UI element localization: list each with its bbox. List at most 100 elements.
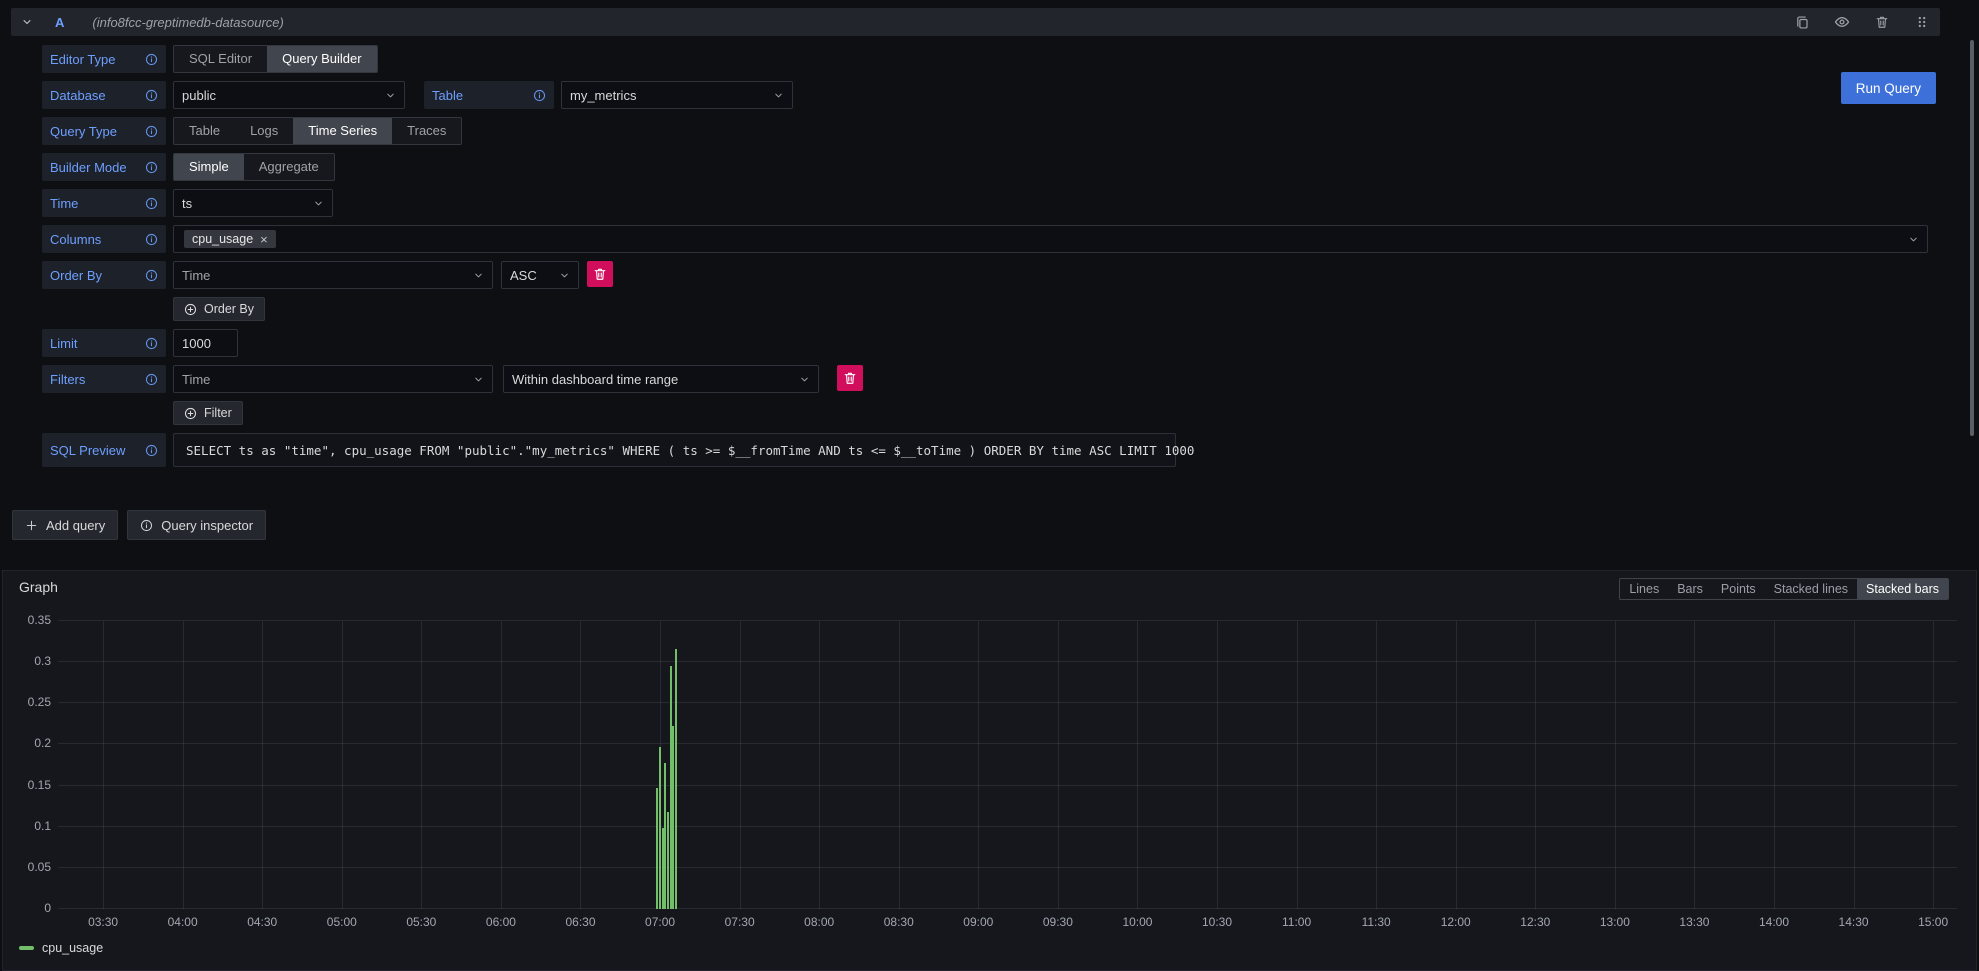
info-icon[interactable]	[145, 444, 158, 457]
grid-line-y	[58, 908, 1957, 909]
query-inspector-button[interactable]: Query inspector	[127, 510, 266, 540]
query-type-option-table[interactable]: Table	[174, 118, 235, 144]
x-tick-label: 06:30	[565, 915, 595, 929]
x-tick-label: 06:00	[486, 915, 516, 929]
order-by-row: Order By Time ASC	[42, 261, 1940, 289]
x-tick-label: 14:30	[1839, 915, 1869, 929]
run-query-button[interactable]: Run Query	[1841, 72, 1936, 104]
query-type-label: Query Type	[42, 117, 166, 145]
info-icon[interactable]	[145, 337, 158, 350]
grid-line-y	[58, 785, 1957, 786]
legend-swatch	[19, 946, 34, 950]
hide-query-eye-icon[interactable]	[1834, 14, 1850, 30]
grid-line-x	[501, 621, 502, 909]
database-select[interactable]: public	[173, 81, 405, 109]
info-icon[interactable]	[145, 89, 158, 102]
info-icon[interactable]	[145, 233, 158, 246]
x-tick-label: 13:00	[1600, 915, 1630, 929]
graph-mode-option-stacked-lines[interactable]: Stacked lines	[1765, 579, 1857, 599]
builder-mode-option-aggregate[interactable]: Aggregate	[244, 154, 334, 180]
order-by-direction-select[interactable]: ASC	[501, 261, 579, 289]
legend-item-cpu-usage[interactable]: cpu_usage	[19, 941, 103, 955]
query-type-option-logs[interactable]: Logs	[235, 118, 293, 144]
query-row-header[interactable]: A (info8fcc-greptimedb-datasource)	[11, 8, 1940, 36]
database-row: Database public Table my_metrics	[42, 81, 1940, 109]
sql-preview-label: SQL Preview	[42, 433, 166, 467]
sql-preview-box: SELECT ts as "time", cpu_usage FROM "pub…	[173, 433, 1176, 467]
grid-line-x	[978, 621, 979, 909]
trash-icon	[843, 371, 857, 385]
grid-line-x	[1933, 621, 1934, 909]
info-icon[interactable]	[145, 53, 158, 66]
x-tick-label: 04:00	[168, 915, 198, 929]
info-icon[interactable]	[145, 161, 158, 174]
chevron-down-icon	[799, 374, 810, 385]
query-type-option-traces[interactable]: Traces	[392, 118, 461, 144]
graph-mode-option-bars[interactable]: Bars	[1668, 579, 1712, 599]
graph-mode-option-lines[interactable]: Lines	[1620, 579, 1668, 599]
delete-query-trash-icon[interactable]	[1874, 14, 1890, 30]
info-icon[interactable]	[533, 89, 546, 102]
bar-cpu_usage	[675, 649, 677, 909]
order-by-field-select[interactable]: Time	[173, 261, 493, 289]
grid-line-x	[1376, 621, 1377, 909]
editor-type-option-sql-editor[interactable]: SQL Editor	[174, 46, 267, 72]
graph-mode-group: LinesBarsPointsStacked linesStacked bars	[1619, 578, 1949, 600]
duplicate-query-icon[interactable]	[1794, 14, 1810, 30]
add-order-by-button[interactable]: Order By	[173, 297, 265, 321]
limit-input[interactable]: 1000	[173, 329, 238, 357]
query-ref-id: A	[55, 15, 64, 30]
grid-line-x	[740, 621, 741, 909]
info-icon[interactable]	[145, 197, 158, 210]
grid-line-x	[421, 621, 422, 909]
y-tick-label: 0	[3, 901, 51, 915]
info-icon[interactable]	[145, 125, 158, 138]
graph-mode-option-stacked-bars[interactable]: Stacked bars	[1857, 579, 1948, 599]
limit-row: Limit 1000	[42, 329, 1940, 357]
x-tick-label: 05:00	[327, 915, 357, 929]
query-type-group: TableLogsTime SeriesTraces	[173, 117, 462, 145]
y-tick-label: 0.2	[3, 736, 51, 750]
query-type-option-time-series[interactable]: Time Series	[293, 118, 392, 144]
column-tag[interactable]: cpu_usage ×	[184, 230, 276, 248]
filter-field-select[interactable]: Time	[173, 365, 493, 393]
add-order-by-row: Order By	[173, 297, 1940, 321]
time-column-select[interactable]: ts	[173, 189, 333, 217]
grid-line-x	[1615, 621, 1616, 909]
add-filter-button[interactable]: Filter	[173, 401, 243, 425]
editor-scrollbar[interactable]	[1970, 40, 1974, 436]
x-tick-label: 05:30	[406, 915, 436, 929]
limit-label: Limit	[42, 329, 166, 357]
builder-mode-option-simple[interactable]: Simple	[174, 154, 244, 180]
editor-type-option-query-builder[interactable]: Query Builder	[267, 46, 376, 72]
info-icon[interactable]	[145, 373, 158, 386]
remove-filter-button[interactable]	[837, 365, 863, 391]
columns-multiselect[interactable]: cpu_usage ×	[173, 225, 1928, 253]
x-tick-label: 13:30	[1679, 915, 1709, 929]
table-select[interactable]: my_metrics	[561, 81, 793, 109]
datasource-name: (info8fcc-greptimedb-datasource)	[92, 15, 283, 30]
database-label: Database	[42, 81, 166, 109]
query-type-row: Query Type TableLogsTime SeriesTraces	[42, 117, 1940, 145]
y-tick-label: 0.15	[3, 778, 51, 792]
grid-line-x	[1774, 621, 1775, 909]
x-tick-label: 09:00	[963, 915, 993, 929]
chevron-down-icon	[473, 270, 484, 281]
add-query-button[interactable]: Add query	[12, 510, 118, 540]
filter-condition-select[interactable]: Within dashboard time range	[503, 365, 819, 393]
chevron-down-icon	[773, 90, 784, 101]
x-tick-label: 12:30	[1520, 915, 1550, 929]
columns-label: Columns	[42, 225, 166, 253]
query-editor-body: Run Query Editor Type SQL EditorQuery Bu…	[11, 36, 1940, 540]
x-tick-label: 03:30	[88, 915, 118, 929]
graph-panel: Graph LinesBarsPointsStacked linesStacke…	[2, 570, 1977, 971]
time-row: Time ts	[42, 189, 1940, 217]
drag-handle-icon[interactable]	[1914, 14, 1930, 30]
x-tick-label: 15:00	[1918, 915, 1948, 929]
remove-order-by-button[interactable]	[587, 261, 613, 287]
info-icon[interactable]	[145, 269, 158, 282]
page: A (info8fcc-greptimedb-datasource) Run Q…	[0, 0, 1979, 971]
remove-column-icon[interactable]: ×	[260, 233, 268, 246]
collapse-chevron-icon[interactable]	[21, 16, 33, 28]
graph-mode-option-points[interactable]: Points	[1712, 579, 1765, 599]
